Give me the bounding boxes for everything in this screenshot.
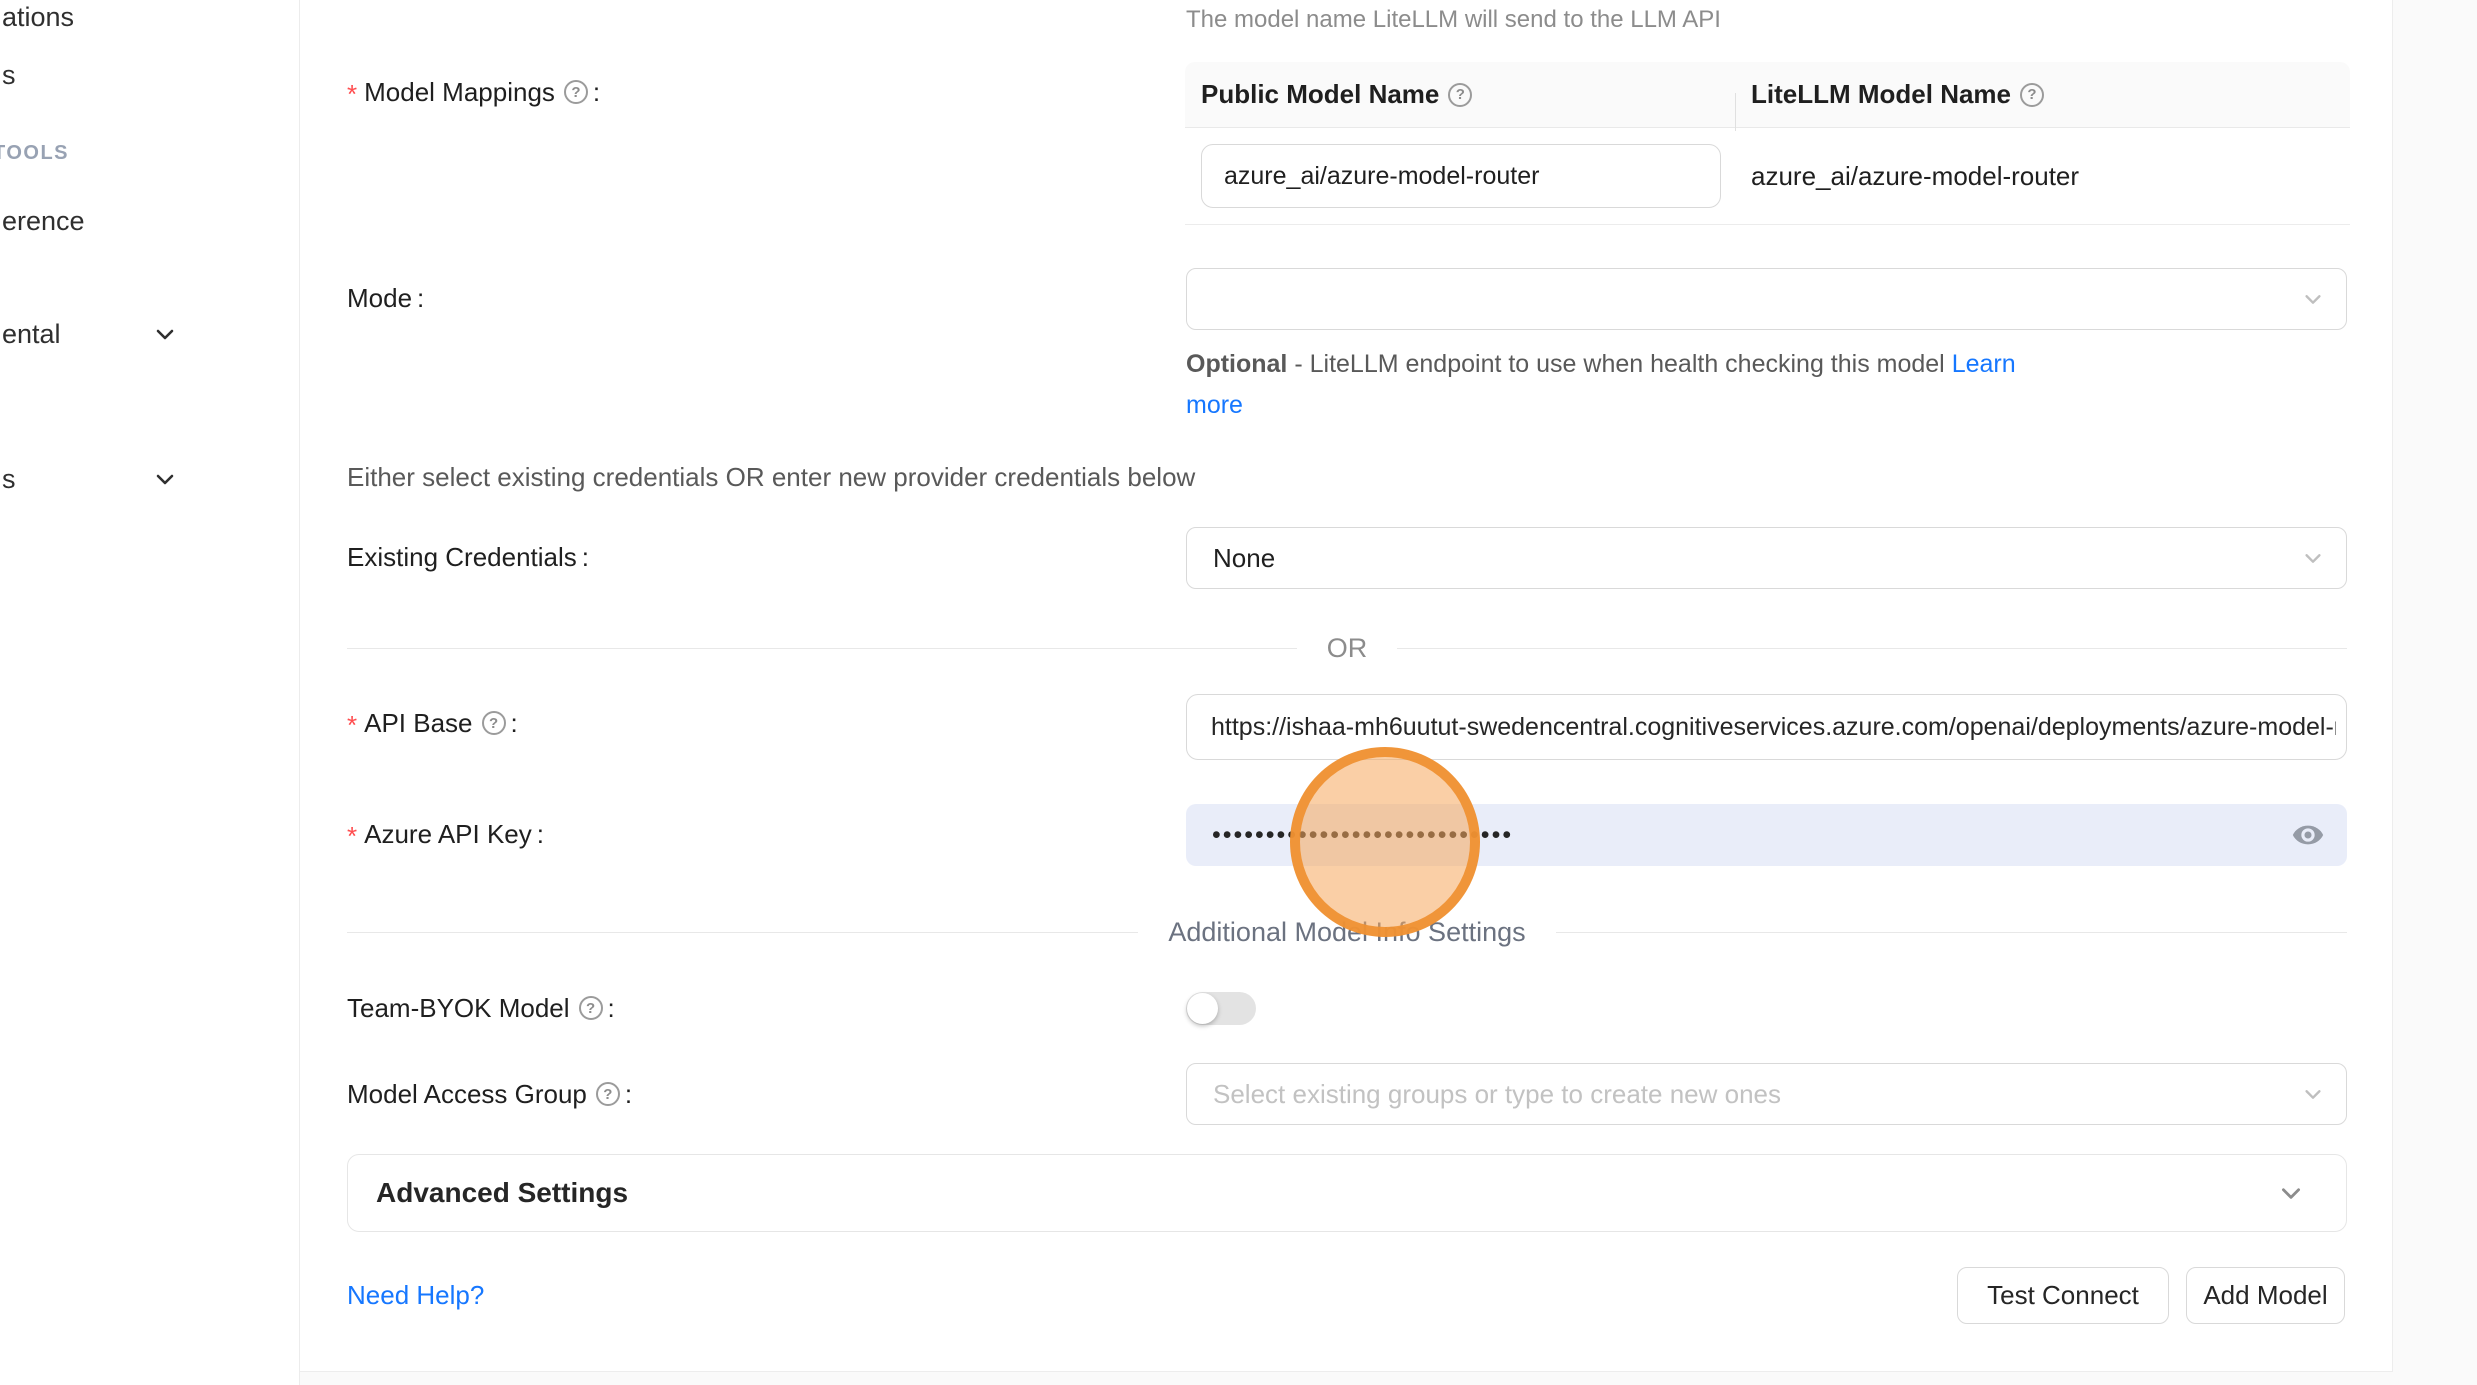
sidebar-item-label: erence [2, 206, 85, 237]
azure-api-key-label: * Azure API Key : [347, 816, 544, 852]
sidebar: ations s TOOLS erence ental s [0, 0, 300, 1385]
required-asterisk: * [347, 79, 357, 110]
existing-credentials-value: None [1213, 543, 1275, 574]
help-icon[interactable] [564, 80, 588, 104]
sidebar-section-label: TOOLS [0, 142, 69, 165]
sidebar-item-organizations[interactable]: ations [2, 0, 272, 34]
litellm-model-name-value: azure_ai/azure-model-router [1735, 161, 2350, 192]
required-asterisk: * [347, 821, 357, 852]
chevron-down-icon [153, 467, 177, 491]
need-help-link[interactable]: Need Help? [347, 1280, 484, 1311]
existing-credentials-select[interactable]: None [1186, 527, 2347, 589]
model-mappings-label: * Model Mappings : [347, 74, 600, 110]
help-icon[interactable] [2020, 83, 2044, 107]
credentials-note: Either select existing credentials OR en… [347, 462, 1195, 493]
existing-credentials-label: Existing Credentials : [347, 539, 589, 575]
eye-icon[interactable] [2291, 818, 2325, 852]
model-mappings-table: Public Model Name LiteLLM Model Name azu… [1185, 62, 2350, 225]
additional-settings-divider: Additional Model Info Settings [347, 914, 2347, 950]
sidebar-item-label: s [2, 60, 16, 91]
sidebar-item-settings[interactable]: s [2, 462, 272, 496]
toggle-knob [1187, 993, 1218, 1024]
chevron-down-icon [2278, 1180, 2304, 1206]
api-base-input[interactable] [1186, 694, 2347, 760]
sidebar-item-label: ental [2, 319, 61, 350]
sidebar-section-tools: TOOLS [2, 136, 272, 170]
add-model-form-card: The model name LiteLLM will send to the … [300, 0, 2393, 1372]
help-icon[interactable] [1448, 83, 1472, 107]
model-access-group-select[interactable]: Select existing groups or type to create… [1186, 1063, 2347, 1125]
model-name-hint: The model name LiteLLM will send to the … [1186, 6, 1721, 34]
sidebar-item[interactable]: s [2, 58, 272, 92]
sidebar-item-label: s [2, 464, 16, 495]
azure-api-key-input[interactable]: •••••••••••••••••••••••••••• [1186, 804, 2347, 866]
table-header-row: Public Model Name LiteLLM Model Name [1185, 62, 2350, 128]
sidebar-item-label: ations [2, 2, 74, 33]
team-byok-label: Team-BYOK Model : [347, 990, 615, 1026]
masked-api-key: •••••••••••••••••••••••••••• [1212, 821, 1513, 850]
model-access-group-label: Model Access Group : [347, 1076, 632, 1112]
mode-helper-text: Optional - LiteLLM endpoint to use when … [1186, 344, 2026, 426]
advanced-settings-panel[interactable]: Advanced Settings [347, 1154, 2347, 1232]
model-access-group-placeholder: Select existing groups or type to create… [1213, 1079, 1781, 1110]
sidebar-item-experimental[interactable]: ental [2, 317, 272, 351]
help-icon[interactable] [482, 711, 506, 735]
chevron-down-icon [2302, 1083, 2324, 1105]
help-icon[interactable] [579, 996, 603, 1020]
team-byok-toggle[interactable] [1186, 992, 1256, 1025]
table-row: azure_ai/azure-model-router [1185, 128, 2350, 225]
or-divider: OR [347, 630, 2347, 666]
mode-select[interactable] [1186, 268, 2347, 330]
sidebar-item[interactable]: erence [2, 204, 272, 238]
column-header-public-model-name: Public Model Name [1185, 79, 1735, 110]
mode-label: Mode : [347, 280, 424, 316]
advanced-settings-title: Advanced Settings [376, 1177, 628, 1209]
add-model-button[interactable]: Add Model [2186, 1267, 2345, 1324]
required-asterisk: * [347, 710, 357, 741]
public-model-name-cell [1185, 144, 1735, 208]
column-header-litellm-model-name: LiteLLM Model Name [1735, 79, 2350, 110]
public-model-name-input[interactable] [1201, 144, 1721, 208]
test-connect-button[interactable]: Test Connect [1957, 1267, 2169, 1324]
chevron-down-icon [2302, 547, 2324, 569]
chevron-down-icon [153, 322, 177, 346]
api-base-label: * API Base : [347, 705, 518, 741]
chevron-down-icon [2302, 288, 2324, 310]
app-screen: ations s TOOLS erence ental s The model … [0, 0, 2477, 1385]
help-icon[interactable] [596, 1082, 620, 1106]
